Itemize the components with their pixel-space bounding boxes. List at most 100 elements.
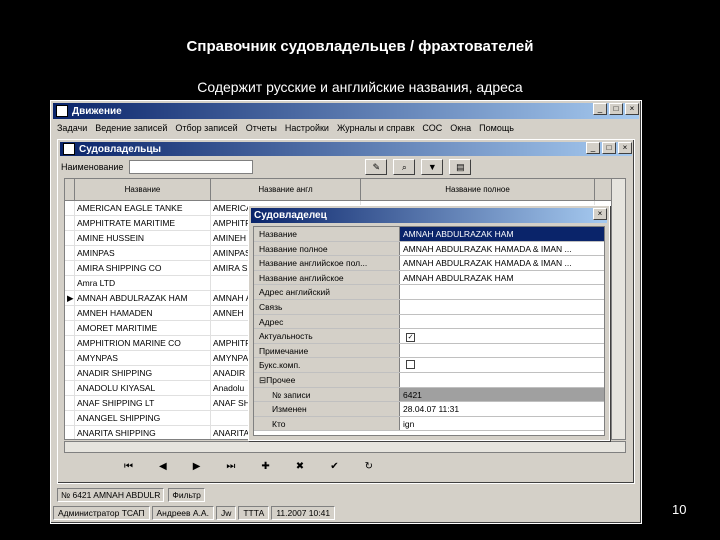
grid-vertical-scrollbar[interactable] <box>611 179 625 439</box>
property-label: Кто <box>254 416 400 431</box>
minimize-button[interactable]: _ <box>593 103 607 115</box>
property-row[interactable]: ⊟Прочее <box>254 372 604 388</box>
property-label: Адрес <box>254 314 400 329</box>
last-record-icon[interactable]: ⏭ <box>226 461 235 472</box>
add-record-icon[interactable]: ✚ <box>261 461 269 472</box>
property-row[interactable]: Адрес английский <box>254 285 604 300</box>
property-value[interactable] <box>400 373 604 387</box>
refresh-icon[interactable]: ↻ <box>365 461 373 472</box>
child-close-button[interactable]: × <box>618 142 632 154</box>
property-value[interactable]: AMNAH ABDULRAZAK HAMADA & IMAN ... <box>400 256 604 270</box>
menu-item[interactable]: Окна <box>450 123 471 133</box>
table-cell: AMINPAS <box>75 246 211 260</box>
record-info: № 6421 AMNAH ABDULR <box>57 488 165 502</box>
property-value[interactable]: AMNAH ABDULRAZAK HAMADA & IMAN ... <box>400 242 604 256</box>
menu-item[interactable]: Журналы и справк <box>337 123 414 133</box>
row-indicator <box>65 261 75 275</box>
child-title: Судовладельцы <box>79 143 162 155</box>
row-indicator <box>65 351 75 365</box>
column-header-name-full[interactable]: Название полное <box>361 179 595 200</box>
property-label: Примечание <box>254 343 400 358</box>
maximize-button[interactable]: □ <box>609 103 623 115</box>
property-label: Название английское <box>254 270 400 285</box>
menu-item[interactable]: Помощь <box>479 123 514 133</box>
grid-horizontal-scrollbar[interactable] <box>64 441 626 453</box>
property-value[interactable] <box>400 300 604 314</box>
property-row[interactable]: Примечание <box>254 343 604 359</box>
row-indicator: ▶ <box>65 291 75 305</box>
column-header-name[interactable]: Название <box>75 179 211 200</box>
property-label: Название <box>254 227 400 241</box>
filter-icon[interactable]: ▼ <box>421 159 444 175</box>
property-label: Адрес английский <box>254 285 400 299</box>
property-value[interactable] <box>400 344 604 358</box>
property-label: Название полное <box>254 241 400 256</box>
property-label: Название английское пол... <box>254 256 400 270</box>
print-icon[interactable]: ▤ <box>449 159 472 175</box>
property-value[interactable]: AMNAH ABDULRAZAK HAM <box>400 227 604 241</box>
row-indicator <box>65 336 75 350</box>
filter-input[interactable] <box>129 160 254 174</box>
row-indicator <box>65 411 75 425</box>
property-row[interactable]: Актуальность ✓ <box>254 329 604 344</box>
next-record-icon[interactable]: ▶ <box>193 461 201 472</box>
property-value[interactable] <box>400 315 604 329</box>
prev-record-icon[interactable]: ◀ <box>159 461 167 472</box>
property-row[interactable]: Связь <box>254 299 604 315</box>
filter-label: Наименование <box>61 162 124 172</box>
row-indicator <box>65 216 75 230</box>
property-row[interactable]: Букс.комп. <box>254 358 604 373</box>
child-maximize-button[interactable]: □ <box>602 142 616 154</box>
app-window: Движение _ □ × Задачи Ведение записей Отбо… <box>50 100 642 524</box>
property-row[interactable]: Название английское AMNAH ABDULRAZAK HAM <box>254 270 604 286</box>
dialog-close-button[interactable]: × <box>593 208 607 220</box>
table-cell: AMYNPAS <box>75 351 211 365</box>
property-row[interactable]: Название AMNAH ABDULRAZAK HAM <box>254 227 604 242</box>
menu-item[interactable]: Отчеты <box>246 123 277 133</box>
menubar: Задачи Ведение записей Отбор записей Отчеты… <box>53 120 639 136</box>
property-row[interactable]: Кто ign <box>254 416 604 432</box>
property-label: № записи <box>254 387 400 402</box>
row-indicator <box>65 426 75 439</box>
child-minimize-button[interactable]: _ <box>586 142 600 154</box>
property-value[interactable]: ign <box>400 417 604 431</box>
delete-record-icon[interactable]: ✖ <box>296 461 304 472</box>
property-value[interactable] <box>400 285 604 299</box>
row-indicator <box>65 201 75 215</box>
property-row[interactable]: Адрес <box>254 314 604 330</box>
filter-status: Фильтр <box>168 488 205 502</box>
table-cell: AMPHITRATE MARITIME <box>75 216 211 230</box>
property-value[interactable]: AMNAH ABDULRAZAK HAM <box>400 271 604 285</box>
property-value[interactable]: 6421 <box>400 387 604 402</box>
property-row[interactable]: Название полное AMNAH ABDULRAZAK HAMADA &… <box>254 241 604 257</box>
property-row[interactable]: Изменен 28.04.07 11:31 <box>254 402 604 417</box>
column-header-name-eng[interactable]: Название англ <box>211 179 361 200</box>
property-row[interactable]: Название английское пол... AMNAH ABDULRAZ… <box>254 256 604 271</box>
app-title: Движение <box>72 105 122 117</box>
menu-item[interactable]: Ведение записей <box>95 123 167 133</box>
save-record-icon[interactable]: ✔ <box>330 461 338 472</box>
first-record-icon[interactable]: ⏮ <box>124 461 133 472</box>
table-cell: AMPHITRION MARINE CO <box>75 336 211 350</box>
menu-item[interactable]: СОС <box>422 123 442 133</box>
property-value[interactable] <box>400 358 604 372</box>
property-checkbox[interactable] <box>406 360 415 370</box>
property-row[interactable]: № записи 6421 <box>254 387 604 403</box>
property-value[interactable]: ✓ <box>400 329 604 343</box>
table-cell: AMORET MARITIME <box>75 321 211 335</box>
shipowner-dialog: Судовладелец × Название AMNAH ABDULRAZAK … <box>248 205 610 441</box>
row-indicator <box>65 321 75 335</box>
status-pane: Администратор ТСАП <box>53 506 150 520</box>
search-icon[interactable]: ⌕ <box>393 159 416 175</box>
property-value[interactable]: 28.04.07 11:31 <box>400 402 604 416</box>
menu-item[interactable]: Отбор записей <box>175 123 237 133</box>
property-checkbox[interactable]: ✓ <box>406 333 415 343</box>
slide-title: Справочник судовладельцев / фрахтователе… <box>186 38 534 55</box>
table-cell: AMNAH ABDULRAZAK HAM <box>75 291 211 305</box>
table-cell: AMERICAN EAGLE TANKE <box>75 201 211 215</box>
menu-item[interactable]: Задачи <box>57 123 87 133</box>
table-cell: ANADIR SHIPPING <box>75 366 211 380</box>
edit-icon[interactable]: ✎ <box>365 159 388 175</box>
menu-item[interactable]: Настройки <box>285 123 329 133</box>
close-button[interactable]: × <box>625 103 639 115</box>
